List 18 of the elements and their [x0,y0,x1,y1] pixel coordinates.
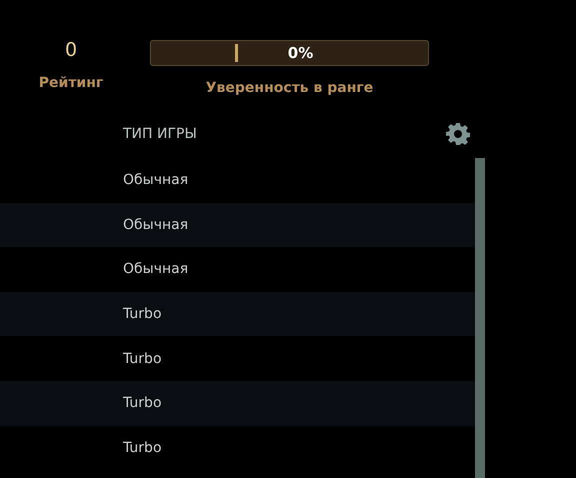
table-cell: Turbo [123,440,162,456]
marker-tick [235,44,238,62]
table-cell: Обычная [123,172,188,188]
rating-value: 0 [64,39,78,61]
table-cell: Turbo [123,350,162,367]
table-row[interactable]: Turbo [0,380,475,426]
table-cell: Turbo [123,395,162,412]
settings-icon[interactable] [446,122,470,146]
table-cell: Обычная [123,216,188,233]
confidence-reading: 0% [286,44,314,62]
confidence-label: Уверенность в ранге [206,79,374,97]
scrollbar[interactable] [475,158,485,478]
column-header: ТИП ИГРЫ [123,126,197,142]
rating-label: Рейтинг [38,74,104,92]
table-cell: Turbo [123,306,162,322]
table-row[interactable]: Turbo [0,292,475,336]
table-row[interactable]: Обычная [0,202,475,248]
table-cell: Обычная [123,261,188,278]
